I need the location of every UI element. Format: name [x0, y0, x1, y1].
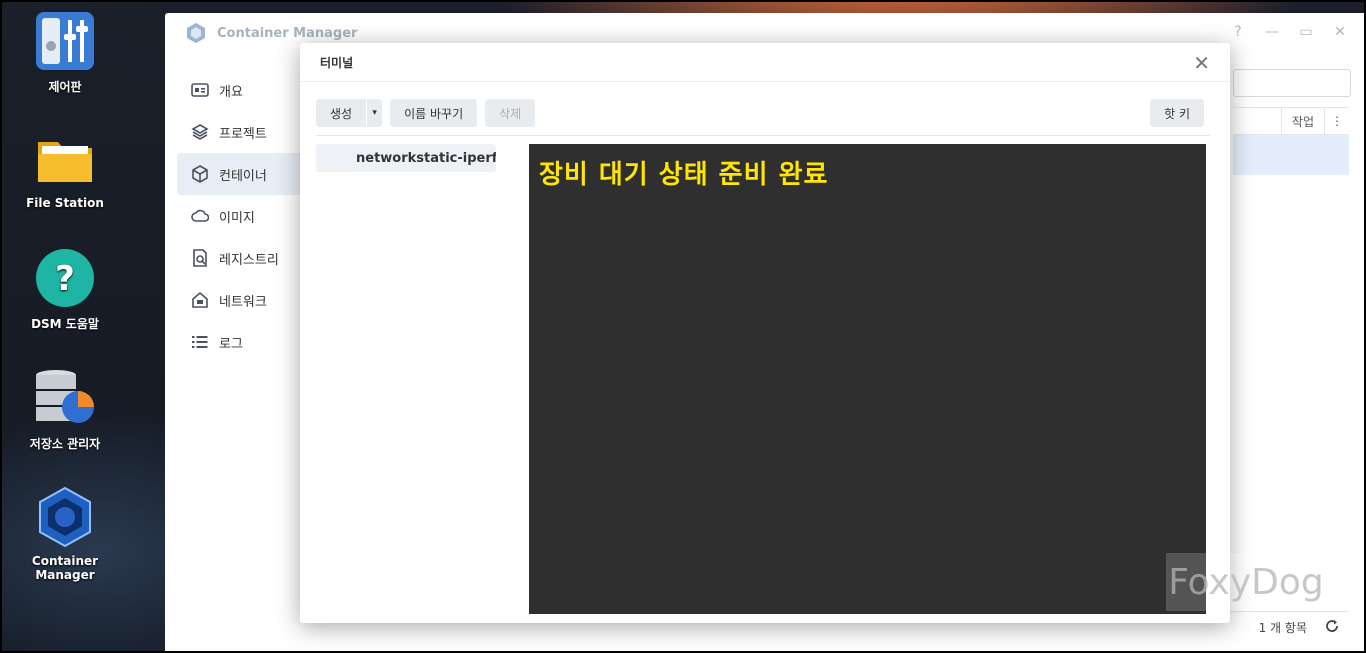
- column-menu-button[interactable]: ⋮: [1324, 108, 1349, 134]
- registry-icon: [191, 249, 209, 267]
- window-controls: ? — ▭ ✕: [1230, 24, 1348, 40]
- dialog-toolbar: 생성 ▾ 이름 바꾸기 삭제 핫 키: [316, 99, 1204, 127]
- create-button[interactable]: 생성: [316, 99, 367, 127]
- sidebar-item-label: 로그: [219, 336, 243, 352]
- image-icon: [191, 207, 209, 225]
- desktop-icon-file-station[interactable]: File Station: [6, 128, 124, 210]
- desktop-icon-dsm-help[interactable]: ? DSM 도움말: [6, 247, 124, 332]
- dialog-close-button[interactable]: ✕: [1193, 51, 1210, 75]
- column-header-action[interactable]: 작업: [1280, 108, 1324, 134]
- overview-icon: [191, 81, 209, 99]
- control-panel-icon: [34, 10, 96, 72]
- app-logo-icon: [185, 22, 207, 44]
- log-icon: [191, 333, 209, 351]
- create-split-button: 생성 ▾: [316, 99, 383, 127]
- desktop-icon-label: DSM 도움말: [31, 317, 99, 331]
- terminal-text: 장비 대기 상태 준비 완료: [539, 160, 829, 190]
- table-header: 작업 ⋮: [1233, 107, 1349, 135]
- help-button[interactable]: ?: [1230, 24, 1246, 40]
- create-dropdown-caret[interactable]: ▾: [366, 99, 383, 127]
- search-input[interactable]: [1233, 69, 1351, 97]
- terminal-session-item[interactable]: networkstatic-iperf: [316, 144, 496, 172]
- watermark: FoxyDog: [1166, 553, 1326, 611]
- desktop-icon-label: File Station: [26, 196, 104, 210]
- help-icon: ?: [34, 247, 96, 309]
- container-manager-icon: [34, 486, 96, 548]
- terminal-dialog: 터미널 ✕ 생성 ▾ 이름 바꾸기 삭제 핫 키 networkstatic-i…: [300, 43, 1230, 623]
- desktop-icon-label: 저장소 관리자: [29, 437, 101, 451]
- delete-button[interactable]: 삭제: [485, 99, 536, 127]
- window-title: Container Manager: [217, 25, 358, 41]
- sidebar-item-label: 개요: [219, 84, 243, 100]
- desktop-icon-label: Container Manager: [31, 554, 99, 582]
- hotkey-button[interactable]: 핫 키: [1150, 99, 1204, 127]
- terminal-session-list: networkstatic-iperf: [316, 144, 496, 172]
- rename-button[interactable]: 이름 바꾸기: [390, 99, 478, 127]
- sidebar-item-label: 프로젝트: [219, 126, 267, 142]
- project-icon: [191, 123, 209, 141]
- folder-icon: [34, 128, 96, 190]
- container-icon: [191, 165, 209, 183]
- close-button[interactable]: ✕: [1332, 24, 1348, 40]
- minimize-button[interactable]: —: [1264, 24, 1280, 40]
- toolbar-divider: [316, 135, 1210, 136]
- table-row[interactable]: [1233, 135, 1349, 175]
- maximize-button[interactable]: ▭: [1298, 24, 1314, 40]
- desktop-icon-storage-manager[interactable]: 저장소 관리자: [6, 367, 124, 452]
- desktop-icon-control-panel[interactable]: 제어판: [6, 10, 124, 95]
- network-icon: [191, 291, 209, 309]
- terminal-output[interactable]: 장비 대기 상태 준비 완료: [529, 144, 1206, 614]
- sidebar-item-label: 레지스트리: [219, 252, 279, 268]
- sidebar-item-label: 컨테이너: [219, 168, 267, 184]
- dialog-title: 터미널: [300, 43, 1230, 82]
- item-count: 1 개 항목: [1258, 620, 1307, 635]
- desktop-icon-label: 제어판: [48, 80, 82, 94]
- sidebar-item-label: 네트워크: [219, 294, 267, 310]
- refresh-icon[interactable]: [1325, 618, 1339, 637]
- sidebar-item-label: 이미지: [219, 210, 255, 226]
- storage-manager-icon: [34, 367, 96, 429]
- desktop-icon-container-manager[interactable]: Container Manager: [6, 486, 124, 582]
- svg-text:?: ?: [55, 259, 75, 299]
